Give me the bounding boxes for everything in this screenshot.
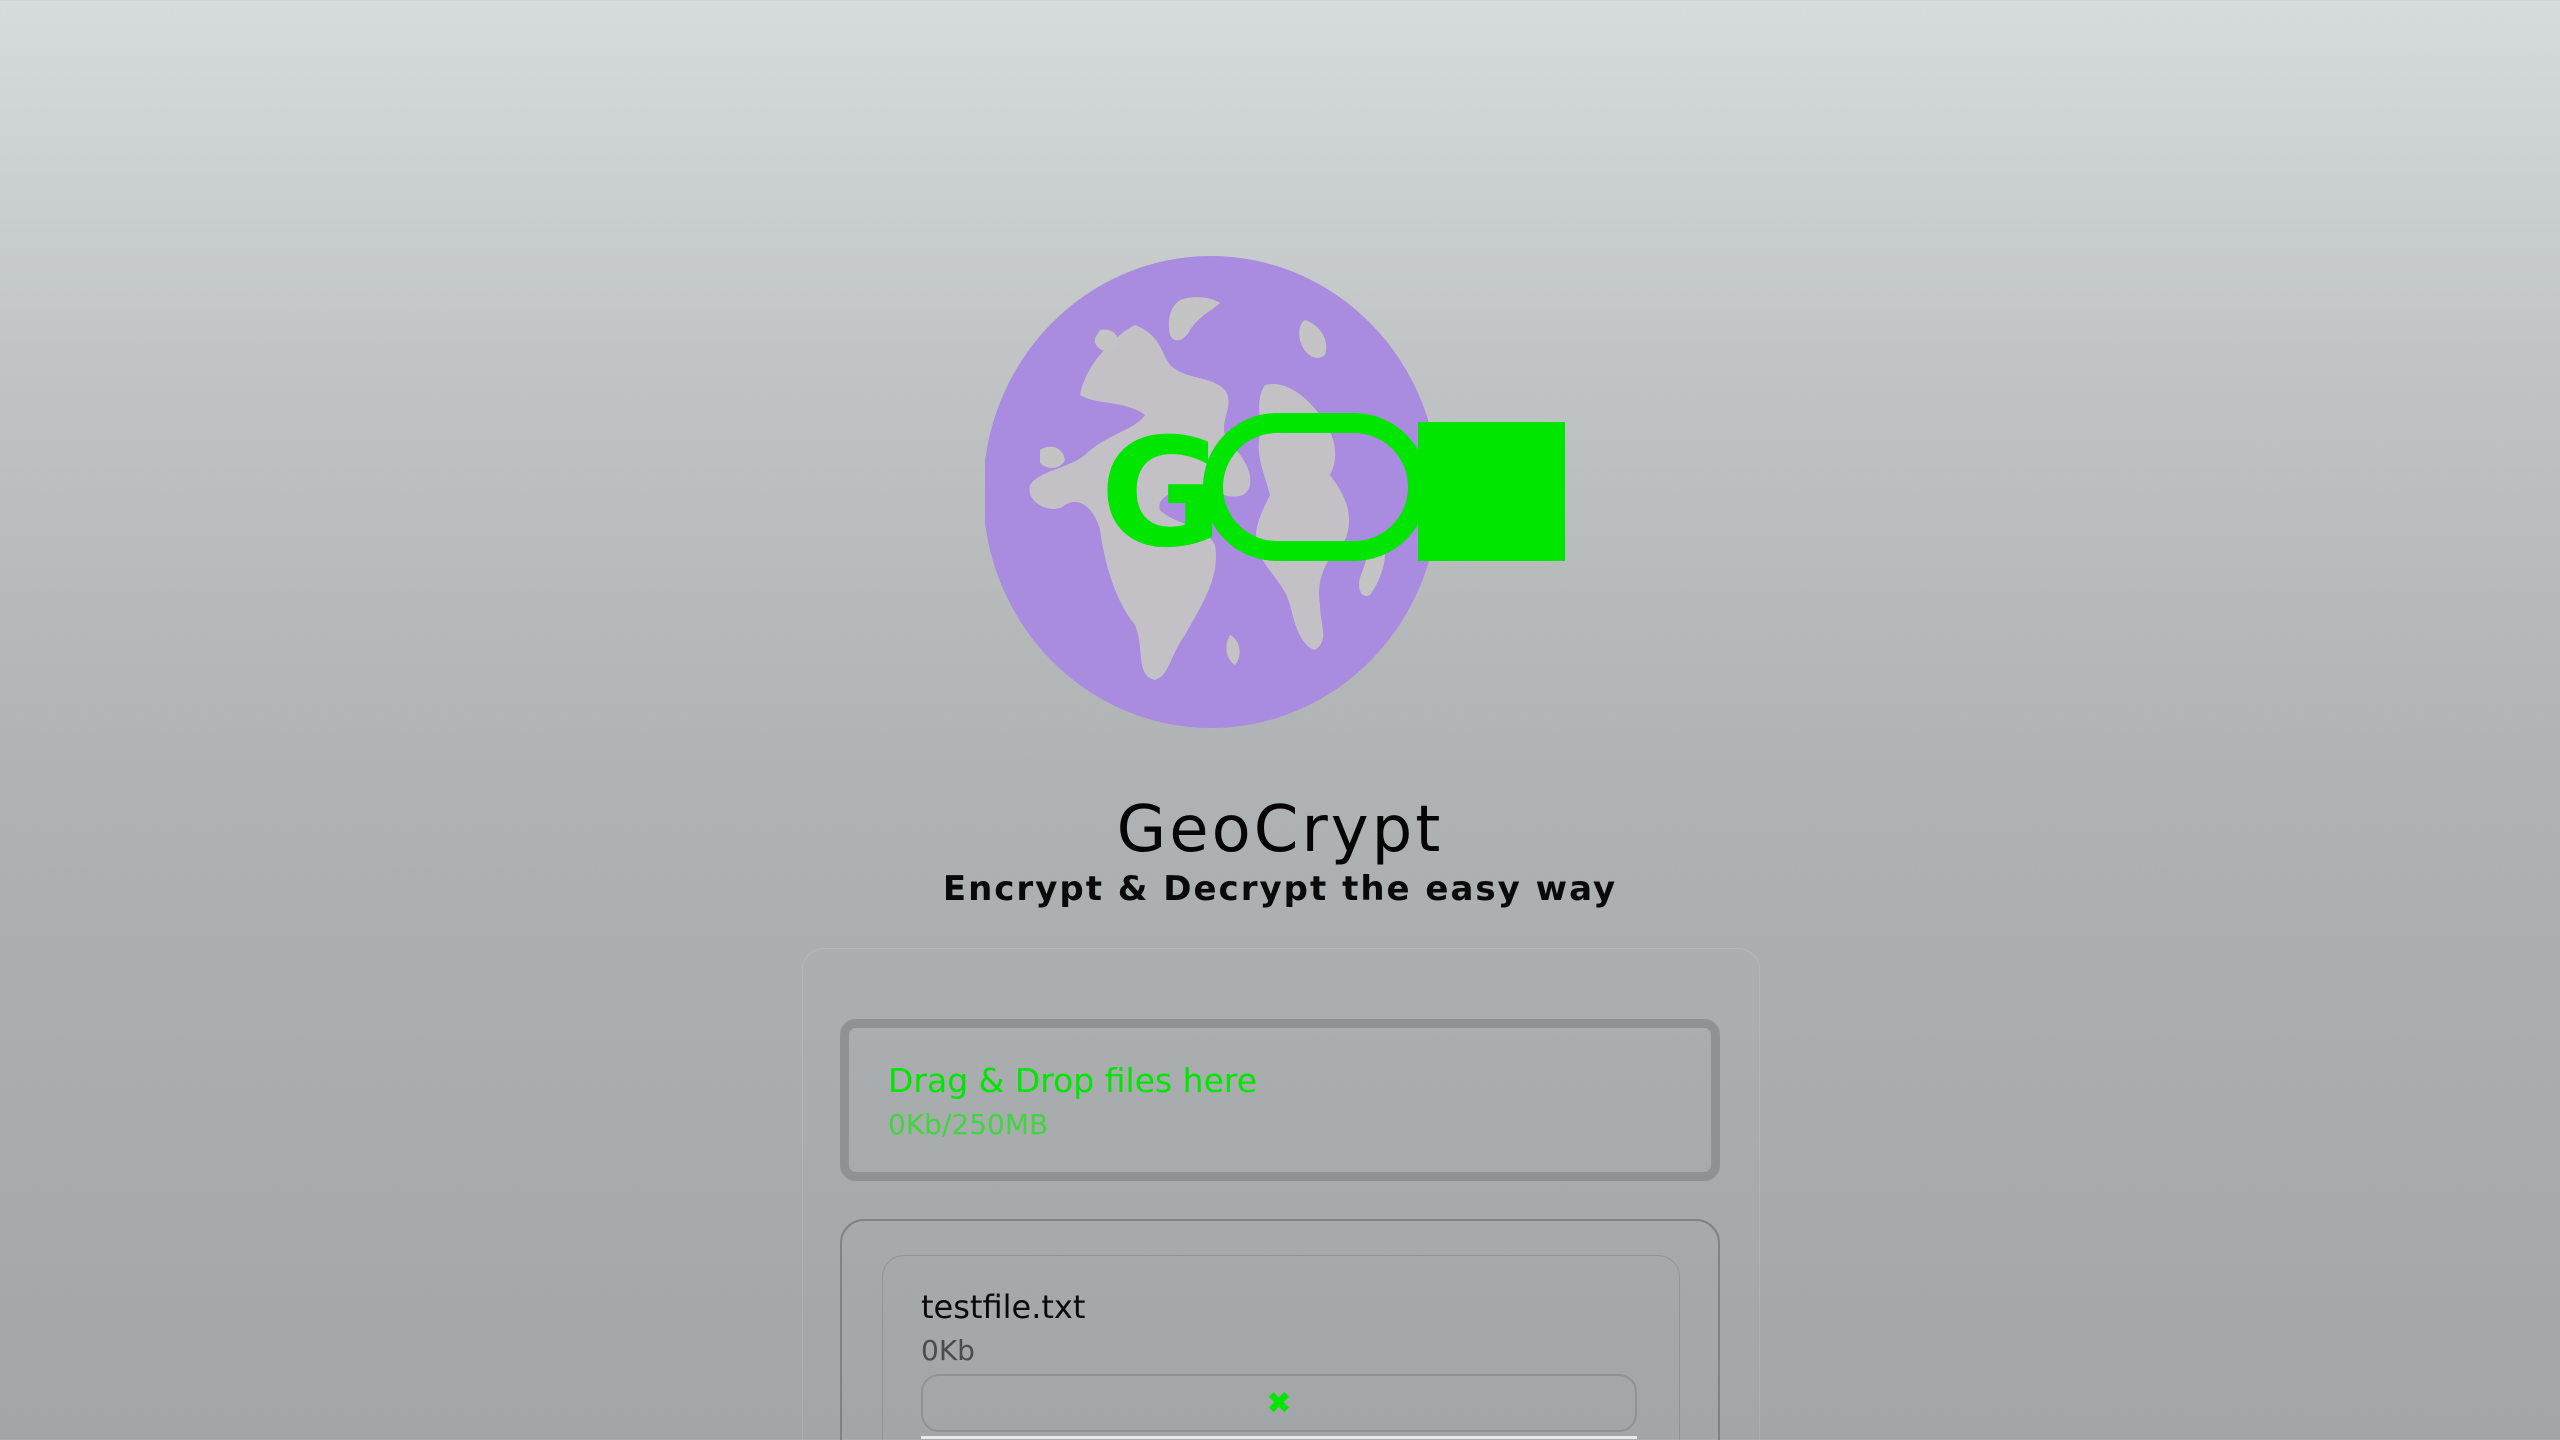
file-progress-bar (921, 1436, 1637, 1439)
globe-key-icon: G (983, 256, 1565, 728)
remove-file-button[interactable]: ✖ (921, 1374, 1637, 1432)
list-item: testfile.txt 0Kb ✖ (882, 1255, 1680, 1440)
dropzone-size-limit: 0Kb/250MB (888, 1108, 1049, 1141)
dropzone-label: Drag & Drop files here (888, 1061, 1258, 1100)
page-title: GeoCrypt (1116, 793, 1444, 867)
file-name: testfile.txt (921, 1288, 1086, 1326)
file-size: 0Kb (921, 1334, 975, 1367)
close-icon: ✖ (1266, 1385, 1292, 1421)
file-dropzone[interactable]: Drag & Drop files here 0Kb/250MB (840, 1019, 1720, 1181)
app-logo: G (983, 255, 1575, 730)
logo-letter: G (1100, 407, 1223, 581)
file-list: testfile.txt 0Kb ✖ (840, 1219, 1720, 1440)
page-subtitle: Encrypt & Decrypt the easy way (942, 869, 1618, 909)
